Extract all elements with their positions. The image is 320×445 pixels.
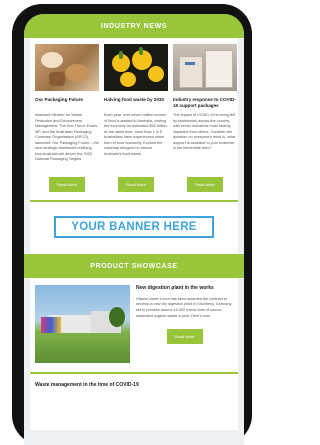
showcase-text: New digestion plant in the works Hitachi… [136, 285, 233, 363]
news-item-title[interactable]: Halving food waste by 2030 [104, 97, 168, 109]
banner-text: YOUR BANNER HERE [71, 221, 197, 233]
digestion-plant-image[interactable] [35, 285, 130, 363]
newsletter-screen: INDUSTRY NEWS Our Packaging Future Assis… [24, 14, 244, 445]
news-card: Our Packaging Future Assistant Minister … [30, 38, 238, 202]
read-more-button[interactable]: Read More [187, 177, 223, 192]
read-more-button[interactable]: Read More [166, 329, 203, 345]
news-item-body: Each year, over seven million tonnes of … [104, 113, 168, 156]
news-item-body: Assistant Minister for Waste Reduction a… [35, 113, 99, 161]
news-grid: Our Packaging Future Assistant Minister … [35, 44, 237, 192]
showcase-title[interactable]: New digestion plant in the works [136, 285, 233, 292]
bottom-article-card: Waste management in the time of COVID-19 [30, 374, 238, 430]
news-item: Industry response to COVID-19 support pa… [173, 44, 237, 192]
read-more-button[interactable]: Read More [118, 177, 154, 192]
food-waste-image[interactable] [104, 44, 168, 91]
showcase-body: Hitachi Zosen Inova has been awarded the… [136, 296, 233, 318]
product-showcase-title: PRODUCT SHOWCASE [90, 262, 178, 270]
packaging-image[interactable] [35, 44, 99, 91]
news-item-title[interactable]: Industry response to COVID-19 support pa… [173, 97, 237, 109]
news-item-title[interactable]: Our Packaging Future [35, 97, 99, 109]
banner-ad[interactable]: YOUR BANNER HERE [54, 216, 214, 238]
industry-image[interactable] [173, 44, 237, 91]
industry-news-title: INDUSTRY NEWS [100, 22, 168, 30]
news-item: Halving food waste by 2030 Each year, ov… [104, 44, 168, 192]
news-item-body: The impact of COVID-19 is being felt by … [173, 113, 236, 150]
read-more-button[interactable]: Read More [49, 177, 85, 192]
banner-area: YOUR BANNER HERE [30, 202, 238, 254]
product-showcase-header: PRODUCT SHOWCASE [24, 254, 244, 278]
showcase-card: New digestion plant in the works Hitachi… [30, 278, 238, 374]
bottom-article-title[interactable]: Waste management in the time of COVID-19 [35, 382, 233, 389]
industry-news-header: INDUSTRY NEWS [24, 14, 244, 38]
news-item: Our Packaging Future Assistant Minister … [35, 44, 99, 192]
